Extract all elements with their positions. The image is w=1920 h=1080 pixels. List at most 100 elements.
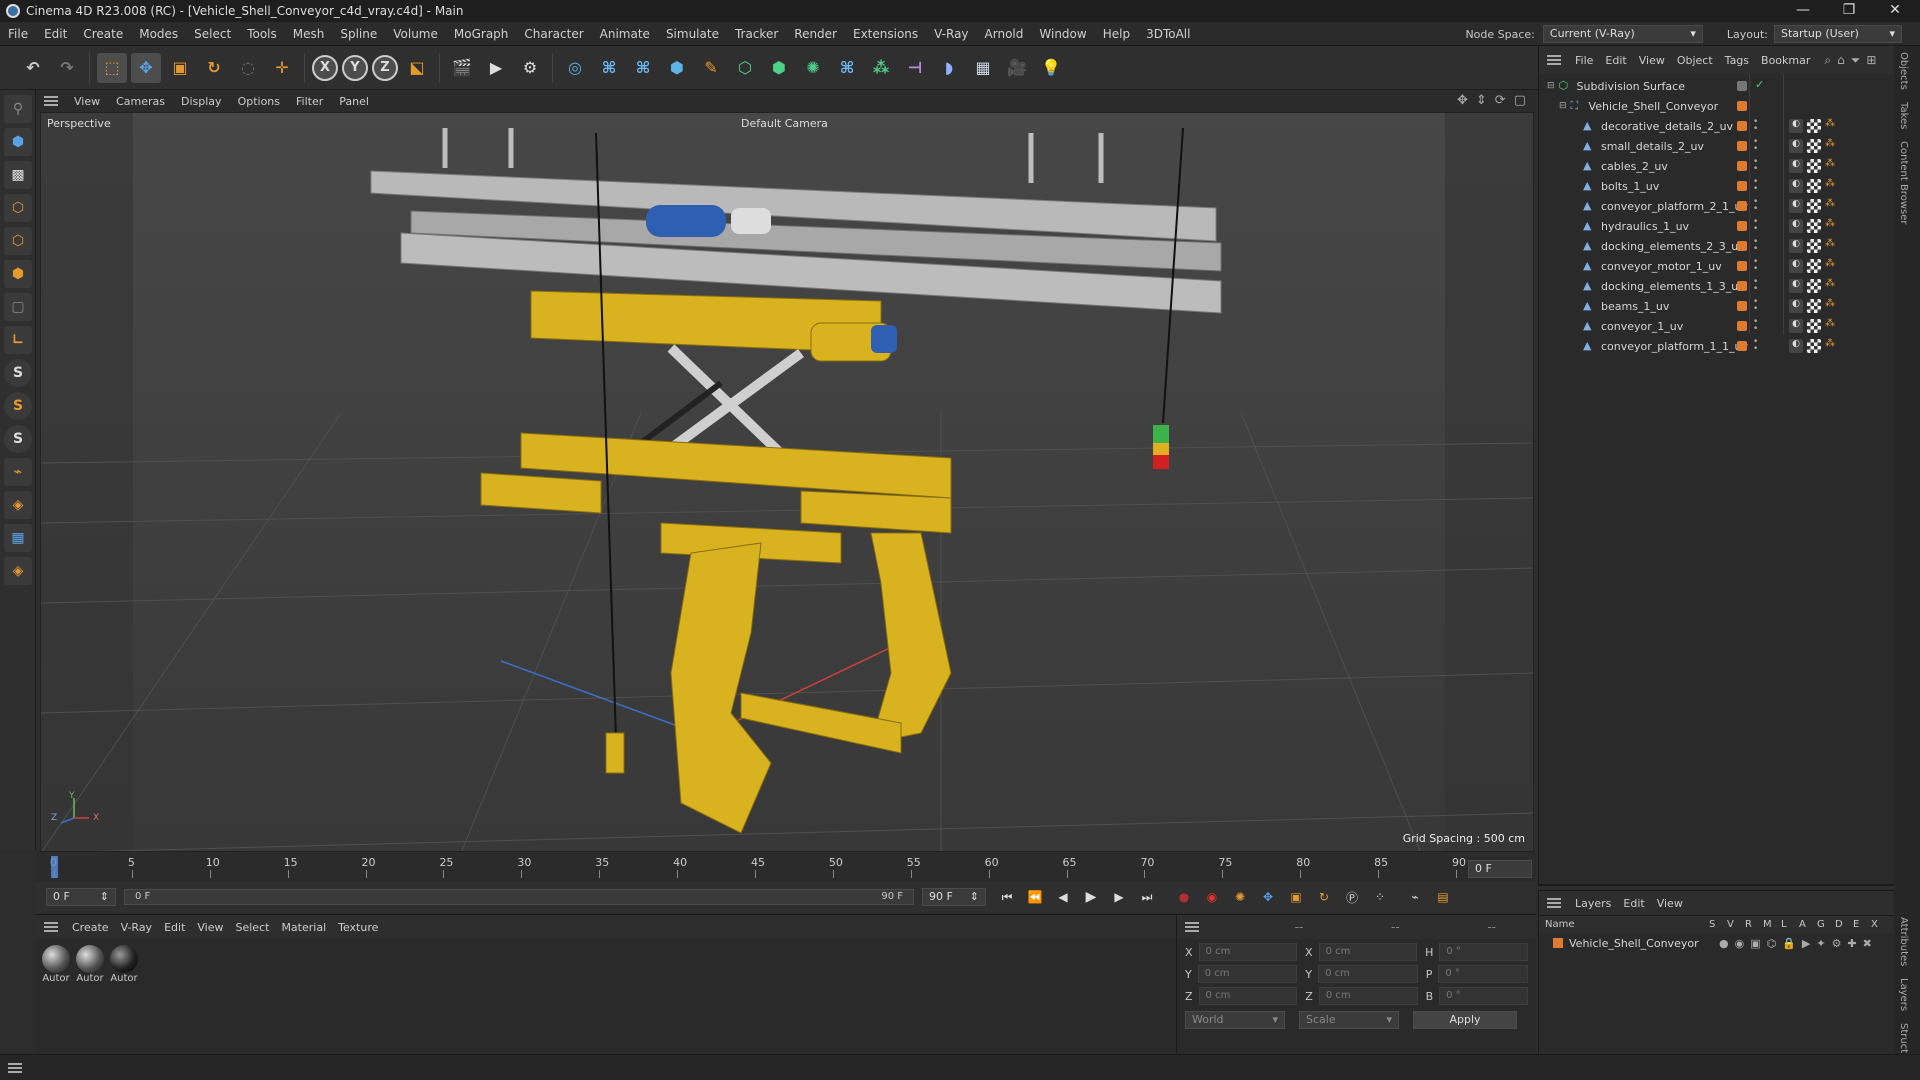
- grid-workplane-icon[interactable]: ◈: [4, 491, 32, 519]
- workplane-icon[interactable]: ∟: [4, 326, 32, 354]
- scale-tool-icon[interactable]: ▣: [165, 53, 195, 83]
- material-tag-icon[interactable]: [1807, 219, 1821, 233]
- tab-content-browser[interactable]: Content Browser: [1894, 135, 1913, 230]
- go-to-end-icon[interactable]: ⏭: [1136, 886, 1158, 908]
- mograph-icon[interactable]: ⁂: [866, 53, 896, 83]
- minimize-button[interactable]: —: [1780, 0, 1826, 22]
- key-rotation-icon[interactable]: ↻: [1313, 886, 1335, 908]
- viewport-menu-view[interactable]: View: [66, 95, 108, 108]
- menu-select[interactable]: Select: [186, 22, 239, 46]
- menu-window[interactable]: Window: [1031, 22, 1094, 46]
- layer-menu-view[interactable]: View: [1651, 897, 1689, 910]
- material-item[interactable]: Autor: [110, 945, 138, 984]
- menu-vray[interactable]: V-Ray: [926, 22, 976, 46]
- quantize-icon[interactable]: S: [4, 425, 32, 453]
- edges-mode-icon[interactable]: ⬡: [4, 227, 32, 255]
- tree-item-vehicle-shell-conveyor[interactable]: ⊟ ⛶ Vehicle_Shell_Conveyor: [1539, 96, 1894, 116]
- menu-mesh[interactable]: Mesh: [285, 22, 333, 46]
- visibility-dots-icon[interactable]: • •: [1753, 138, 1758, 154]
- hamburger-menu-icon[interactable]: [1547, 898, 1561, 908]
- uvw-tag-icon[interactable]: ⁂: [1825, 278, 1835, 289]
- layer-row[interactable]: Vehicle_Shell_Conveyor ●◉▣⌬🔒▶✦⚙✚✖: [1539, 933, 1894, 953]
- current-frame-field[interactable]: 0 F: [1468, 860, 1532, 878]
- hamburger-menu-icon[interactable]: [8, 1063, 22, 1073]
- visibility-dots-icon[interactable]: • •: [1753, 338, 1758, 354]
- undo-icon[interactable]: ↶: [18, 53, 48, 83]
- uvw-tag-icon[interactable]: ⁂: [1825, 318, 1835, 329]
- autokey-icon[interactable]: ◉: [1201, 886, 1223, 908]
- uvw-tag-icon[interactable]: ⁂: [1825, 138, 1835, 149]
- 3d-viewport[interactable]: Perspective Default Camera Grid Spacing …: [40, 112, 1534, 852]
- menu-file[interactable]: File: [0, 22, 36, 46]
- apply-button[interactable]: Apply: [1413, 1011, 1517, 1029]
- record-icon[interactable]: ●: [1173, 886, 1195, 908]
- previous-key-icon[interactable]: ⏪: [1024, 886, 1046, 908]
- visibility-dots-icon[interactable]: • •: [1753, 118, 1758, 134]
- visibility-dots-icon[interactable]: • •: [1753, 178, 1758, 194]
- material-item[interactable]: Autor: [76, 945, 104, 984]
- snap-icon[interactable]: S: [4, 359, 32, 387]
- menu-create[interactable]: Create: [75, 22, 131, 46]
- tree-item-child[interactable]: ▲ docking_elements_1_3_uv • • ◐ ⁂: [1539, 276, 1894, 296]
- x-axis-lock-icon[interactable]: X: [312, 54, 338, 81]
- visibility-dots-icon[interactable]: • •: [1753, 318, 1758, 334]
- material-tag-icon[interactable]: [1807, 299, 1821, 313]
- rotate-view-icon[interactable]: ⟳: [1495, 93, 1506, 108]
- move-tool-icon[interactable]: ✥: [131, 52, 161, 83]
- material-tag-icon[interactable]: [1807, 119, 1821, 133]
- hamburger-menu-icon[interactable]: [44, 922, 58, 932]
- keyframe-selection-icon[interactable]: ✺: [1229, 886, 1251, 908]
- viewport-menu-panel[interactable]: Panel: [331, 95, 377, 108]
- texture-mode-icon[interactable]: ▩: [4, 161, 32, 189]
- material-tag-icon[interactable]: [1807, 279, 1821, 293]
- tree-item-child[interactable]: ▲ decorative_details_2_uv • • ◐ ⁂: [1539, 116, 1894, 136]
- snap-settings-icon[interactable]: S: [4, 392, 32, 420]
- uvw-tag-icon[interactable]: ⁂: [1825, 338, 1835, 349]
- rotation-h-field[interactable]: 0 °: [1439, 943, 1528, 961]
- make-editable-icon[interactable]: ⚲: [4, 95, 32, 123]
- tab-layers[interactable]: Layers: [1894, 972, 1913, 1017]
- tree-item-child[interactable]: ▲ hydraulics_1_uv • • ◐ ⁂: [1539, 216, 1894, 236]
- material-tag-icon[interactable]: [1807, 179, 1821, 193]
- coordinate-type-dropdown[interactable]: Scale ▾: [1299, 1011, 1399, 1029]
- menu-help[interactable]: Help: [1095, 22, 1138, 46]
- object-menu-object[interactable]: Object: [1671, 54, 1719, 67]
- phong-tag-icon[interactable]: ◐: [1789, 179, 1803, 193]
- menu-3dtoall[interactable]: 3DToAll: [1138, 22, 1198, 46]
- tree-item-child[interactable]: ▲ cables_2_uv • • ◐ ⁂: [1539, 156, 1894, 176]
- toggle-view-icon[interactable]: ▢: [1514, 93, 1526, 108]
- position-x-field[interactable]: 0 cm: [1198, 943, 1298, 961]
- python-script-2-icon[interactable]: ⌘: [628, 53, 658, 83]
- tree-item-child[interactable]: ▲ beams_1_uv • • ◐ ⁂: [1539, 296, 1894, 316]
- layer-color-icon[interactable]: [1553, 938, 1563, 948]
- python-generator-icon[interactable]: ⌘: [832, 53, 862, 83]
- visibility-toggle-icon[interactable]: [1737, 81, 1747, 91]
- filter-icon[interactable]: ⏷: [1851, 53, 1861, 68]
- timeline-window-icon[interactable]: ▤: [1432, 886, 1454, 908]
- interpolation-icon[interactable]: ⌁: [1404, 886, 1426, 908]
- transform-tool-icon[interactable]: ◌: [233, 53, 263, 83]
- close-button[interactable]: ✕: [1872, 0, 1918, 22]
- hamburger-menu-icon[interactable]: [1547, 55, 1561, 65]
- visibility-dots-icon[interactable]: • •: [1753, 198, 1758, 214]
- new-window-icon[interactable]: ⊞: [1866, 53, 1876, 67]
- menu-mograph[interactable]: MoGraph: [446, 22, 517, 46]
- material-tag-icon[interactable]: [1807, 239, 1821, 253]
- menu-render[interactable]: Render: [786, 22, 845, 46]
- uvw-tag-icon[interactable]: ⁂: [1825, 298, 1835, 309]
- dolly-view-icon[interactable]: ⇕: [1476, 93, 1487, 108]
- phong-tag-icon[interactable]: ◐: [1789, 139, 1803, 153]
- material-tag-icon[interactable]: [1807, 319, 1821, 333]
- material-tag-icon[interactable]: [1807, 199, 1821, 213]
- coordinate-system-icon[interactable]: ⬕: [402, 53, 432, 83]
- tab-attributes[interactable]: Attributes: [1894, 911, 1913, 972]
- visibility-dots-icon[interactable]: • •: [1753, 158, 1758, 174]
- pan-view-icon[interactable]: ✥: [1457, 93, 1468, 108]
- phong-tag-icon[interactable]: ◐: [1789, 319, 1803, 333]
- uvw-tag-icon[interactable]: ⁂: [1825, 238, 1835, 249]
- material-menu-select[interactable]: Select: [230, 921, 276, 934]
- uvw-tag-icon[interactable]: ⁂: [1825, 198, 1835, 209]
- extrude-generator-icon[interactable]: ⬢: [764, 53, 794, 83]
- tree-item-child[interactable]: ▲ docking_elements_2_3_uv • • ◐ ⁂: [1539, 236, 1894, 256]
- object-menu-file[interactable]: File: [1569, 54, 1599, 67]
